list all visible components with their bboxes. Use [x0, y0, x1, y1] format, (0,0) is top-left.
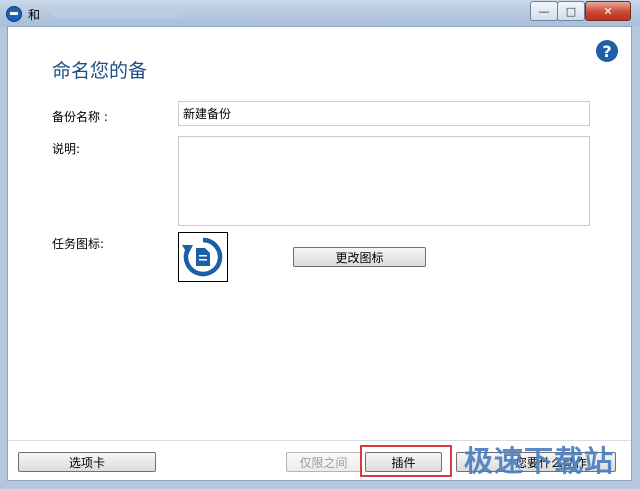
backup-app-icon: [6, 6, 22, 22]
page-title: 命名您的备: [52, 60, 148, 82]
backup-name-label: 备份名称 :: [52, 110, 108, 124]
task-icon-preview[interactable]: [178, 232, 228, 282]
change-icon-button[interactable]: 更改图标: [293, 247, 426, 267]
title-blur: [52, 8, 182, 18]
minimize-icon: —: [538, 4, 550, 18]
title-bar: 和 — □ ✕: [0, 0, 640, 26]
minimize-button[interactable]: —: [530, 1, 558, 21]
backup-name-input[interactable]: [178, 101, 590, 126]
close-button[interactable]: ✕: [585, 1, 631, 21]
tabs-button[interactable]: 选项卡: [18, 452, 156, 472]
window-title: 和: [28, 8, 41, 22]
window-frame-left: [0, 26, 7, 489]
window-frame-bottom: [0, 481, 640, 489]
description-label: 说明:: [52, 142, 81, 156]
close-icon: ✕: [603, 4, 613, 18]
maximize-button[interactable]: □: [557, 1, 585, 21]
watermark-text: 极速下载站: [464, 444, 615, 478]
restore-document-icon: [182, 237, 223, 277]
previous-button[interactable]: 仅限之间: [286, 452, 361, 472]
plugin-highlight-box: [360, 445, 452, 477]
task-icon-label: 任务图标:: [52, 237, 105, 251]
window-frame-right: [632, 26, 640, 489]
maximize-icon: □: [565, 4, 577, 18]
help-icon[interactable]: ?: [596, 40, 618, 62]
description-textarea[interactable]: [178, 136, 590, 226]
